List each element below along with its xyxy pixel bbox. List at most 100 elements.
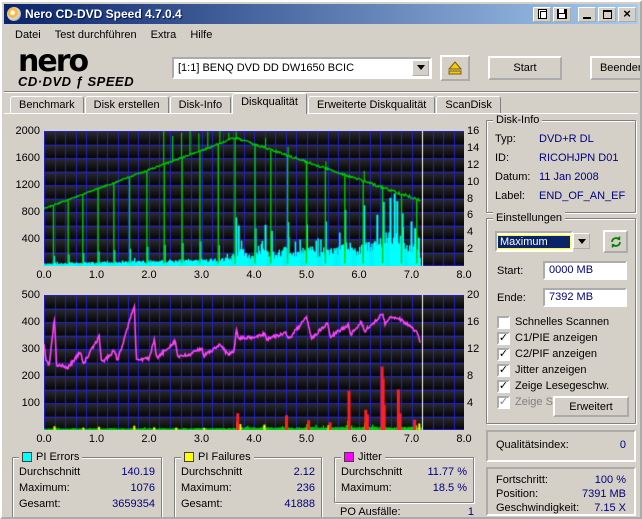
checkbox[interactable] bbox=[497, 316, 510, 329]
progress-value: 7391 MB bbox=[538, 488, 626, 500]
stat-value: 236 bbox=[232, 482, 315, 494]
y-axis-tick-left: 2000 bbox=[6, 125, 40, 137]
stat-label: Gesamt: bbox=[19, 498, 61, 510]
tab-disk-erstellen[interactable]: Disk erstellen bbox=[85, 96, 169, 114]
checkbox-row-1[interactable]: ✓ C1/PIE anzeigen bbox=[497, 331, 598, 345]
stat-row: Durchschnitt11.77 % bbox=[341, 466, 467, 478]
stat-row: Maximum:236 bbox=[181, 482, 315, 494]
menu-item-2[interactable]: Extra bbox=[144, 27, 184, 43]
checkbox-label: C1/PIE anzeigen bbox=[515, 332, 598, 344]
progress-row: Fortschritt:100 % bbox=[496, 474, 626, 486]
x-axis-tick: 1.0 bbox=[89, 269, 104, 281]
checkbox-label: Schnelles Scannen bbox=[515, 316, 609, 328]
po-failures-value: 1 bbox=[401, 506, 474, 518]
toolbar: nero CD·DVD ƒ SPEED [1:1] BENQ DVD DD DW… bbox=[4, 44, 638, 92]
series-color-swatch bbox=[344, 452, 354, 462]
speed-select-arrow[interactable] bbox=[573, 233, 590, 249]
disk-info-row: ID:RICOHJPN D01 bbox=[495, 152, 627, 164]
eject-button[interactable] bbox=[440, 55, 470, 81]
x-axis-tick: 4.0 bbox=[246, 433, 261, 445]
title-bar: Nero CD-DVD Speed 4.7.0.4 × bbox=[4, 4, 638, 24]
y-axis-tick-right: 16 bbox=[467, 316, 479, 328]
save-button[interactable] bbox=[553, 7, 571, 22]
disk-info-label: ID: bbox=[495, 152, 539, 164]
x-axis-tick: 6.0 bbox=[351, 269, 366, 281]
menu-item-1[interactable]: Test durchführen bbox=[48, 27, 144, 43]
drive-select[interactable]: [1:1] BENQ DVD DD DW1650 BCIC bbox=[172, 57, 432, 79]
checkbox-row-0[interactable]: Schnelles Scannen bbox=[497, 315, 609, 329]
stat-group-name: Jitter bbox=[358, 451, 382, 463]
x-axis-tick: 8.0 bbox=[456, 269, 471, 281]
disk-info-label: Typ: bbox=[495, 133, 539, 145]
stat-label: Durchschnitt bbox=[19, 466, 80, 478]
settings-title: Einstellungen bbox=[493, 212, 565, 224]
disk-info-value: 11 Jan 2008 bbox=[539, 171, 627, 183]
x-axis-tick: 5.0 bbox=[299, 269, 314, 281]
progress-label: Fortschritt: bbox=[496, 474, 548, 486]
checkbox-label: Zeige Lesegeschw. bbox=[515, 380, 609, 392]
tab-erweiterte-diskqualit-t[interactable]: Erweiterte Diskqualität bbox=[308, 96, 435, 114]
checkbox-row-3[interactable]: ✓Jitter anzeigen bbox=[497, 363, 587, 377]
speed-select-value: Maximum bbox=[498, 236, 570, 248]
checkbox[interactable]: ✓ bbox=[497, 364, 510, 377]
advanced-button[interactable]: Erweitert bbox=[553, 396, 629, 417]
stat-label: Maximum: bbox=[181, 482, 232, 494]
y-axis-tick-right: 20 bbox=[467, 289, 479, 301]
clipboard-button[interactable] bbox=[533, 7, 551, 22]
checkbox[interactable]: ✓ bbox=[497, 332, 510, 345]
maximize-icon bbox=[603, 10, 612, 19]
checkbox[interactable]: ✓ bbox=[497, 380, 510, 393]
tab-disk-info[interactable]: Disk-Info bbox=[170, 96, 231, 114]
stat-row: Gesamt:3659354 bbox=[19, 498, 155, 510]
end-field[interactable]: 7392 MB bbox=[543, 288, 627, 307]
stat-label: Gesamt: bbox=[181, 498, 223, 510]
end-field-label: Ende: bbox=[497, 292, 526, 304]
speed-select[interactable]: Maximum bbox=[495, 231, 573, 252]
menu-item-0[interactable]: Datei bbox=[8, 27, 48, 43]
checkbox[interactable]: ✓ bbox=[497, 348, 510, 361]
menu-item-3[interactable]: Hilfe bbox=[183, 27, 219, 43]
stat-group-title: Jitter bbox=[341, 451, 385, 463]
y-axis-tick-left: 1600 bbox=[6, 152, 40, 164]
chevron-down-icon bbox=[578, 239, 586, 248]
tab-scandisk[interactable]: ScanDisk bbox=[436, 96, 500, 114]
stat-group-name: PI Failures bbox=[198, 451, 251, 463]
stat-value: 3659354 bbox=[61, 498, 155, 510]
stat-value: 2.12 bbox=[242, 466, 315, 478]
chevron-down-icon bbox=[417, 65, 425, 74]
tab-strip: BenchmarkDisk erstellenDisk-InfoDiskqual… bbox=[4, 93, 638, 114]
tab-diskqualit-t[interactable]: Diskqualität bbox=[232, 93, 307, 114]
clipboard-icon bbox=[538, 9, 547, 19]
close-button[interactable]: × bbox=[618, 7, 636, 22]
x-axis-tick: 7.0 bbox=[404, 433, 419, 445]
y-axis-tick-right: 6 bbox=[467, 209, 473, 221]
progress-label: Geschwindigkeit: bbox=[496, 502, 579, 514]
y-axis-tick-left: 300 bbox=[6, 343, 40, 355]
checkbox-row-2[interactable]: ✓C2/PIF anzeigen bbox=[497, 347, 597, 361]
app-window: Nero CD-DVD Speed 4.7.0.4 × DateiTest du… bbox=[0, 0, 642, 519]
y-axis-tick-left: 100 bbox=[6, 397, 40, 409]
drive-select-value: [1:1] BENQ DVD DD DW1650 BCIC bbox=[174, 62, 412, 74]
start-button[interactable]: Start bbox=[488, 56, 562, 80]
stat-row: Maximum:18.5 % bbox=[341, 482, 467, 494]
disk-info-value: DVD+R DL bbox=[539, 133, 627, 145]
disc-quality-page: PI ErrorsDurchschnitt140.19Maximum:1076G… bbox=[4, 113, 638, 515]
start-field[interactable]: 0000 MB bbox=[543, 261, 627, 280]
menu-bar: DateiTest durchführenExtraHilfe bbox=[4, 25, 638, 44]
checkbox-row-4[interactable]: ✓ Zeige Lesegeschw. bbox=[497, 379, 609, 393]
y-axis-tick-right: 14 bbox=[467, 142, 479, 154]
drive-select-arrow[interactable] bbox=[412, 60, 429, 76]
tab-benchmark[interactable]: Benchmark bbox=[10, 96, 84, 114]
stat-value: 18.5 % bbox=[392, 482, 467, 494]
y-axis-tick-right: 8 bbox=[467, 370, 473, 382]
settings-group: Einstellungen Maximum Start: 0000 MB End… bbox=[486, 218, 636, 424]
window-title: Nero CD-DVD Speed 4.7.0.4 bbox=[25, 7, 531, 21]
x-axis-tick: 0.0 bbox=[36, 433, 51, 445]
quit-button[interactable]: Beenden bbox=[590, 56, 642, 80]
disk-info-label: Datum: bbox=[495, 171, 539, 183]
x-axis-tick: 7.0 bbox=[404, 269, 419, 281]
minimize-button[interactable] bbox=[578, 7, 596, 22]
maximize-button[interactable] bbox=[598, 7, 616, 22]
refresh-button[interactable] bbox=[603, 230, 628, 253]
eject-icon bbox=[447, 61, 463, 75]
